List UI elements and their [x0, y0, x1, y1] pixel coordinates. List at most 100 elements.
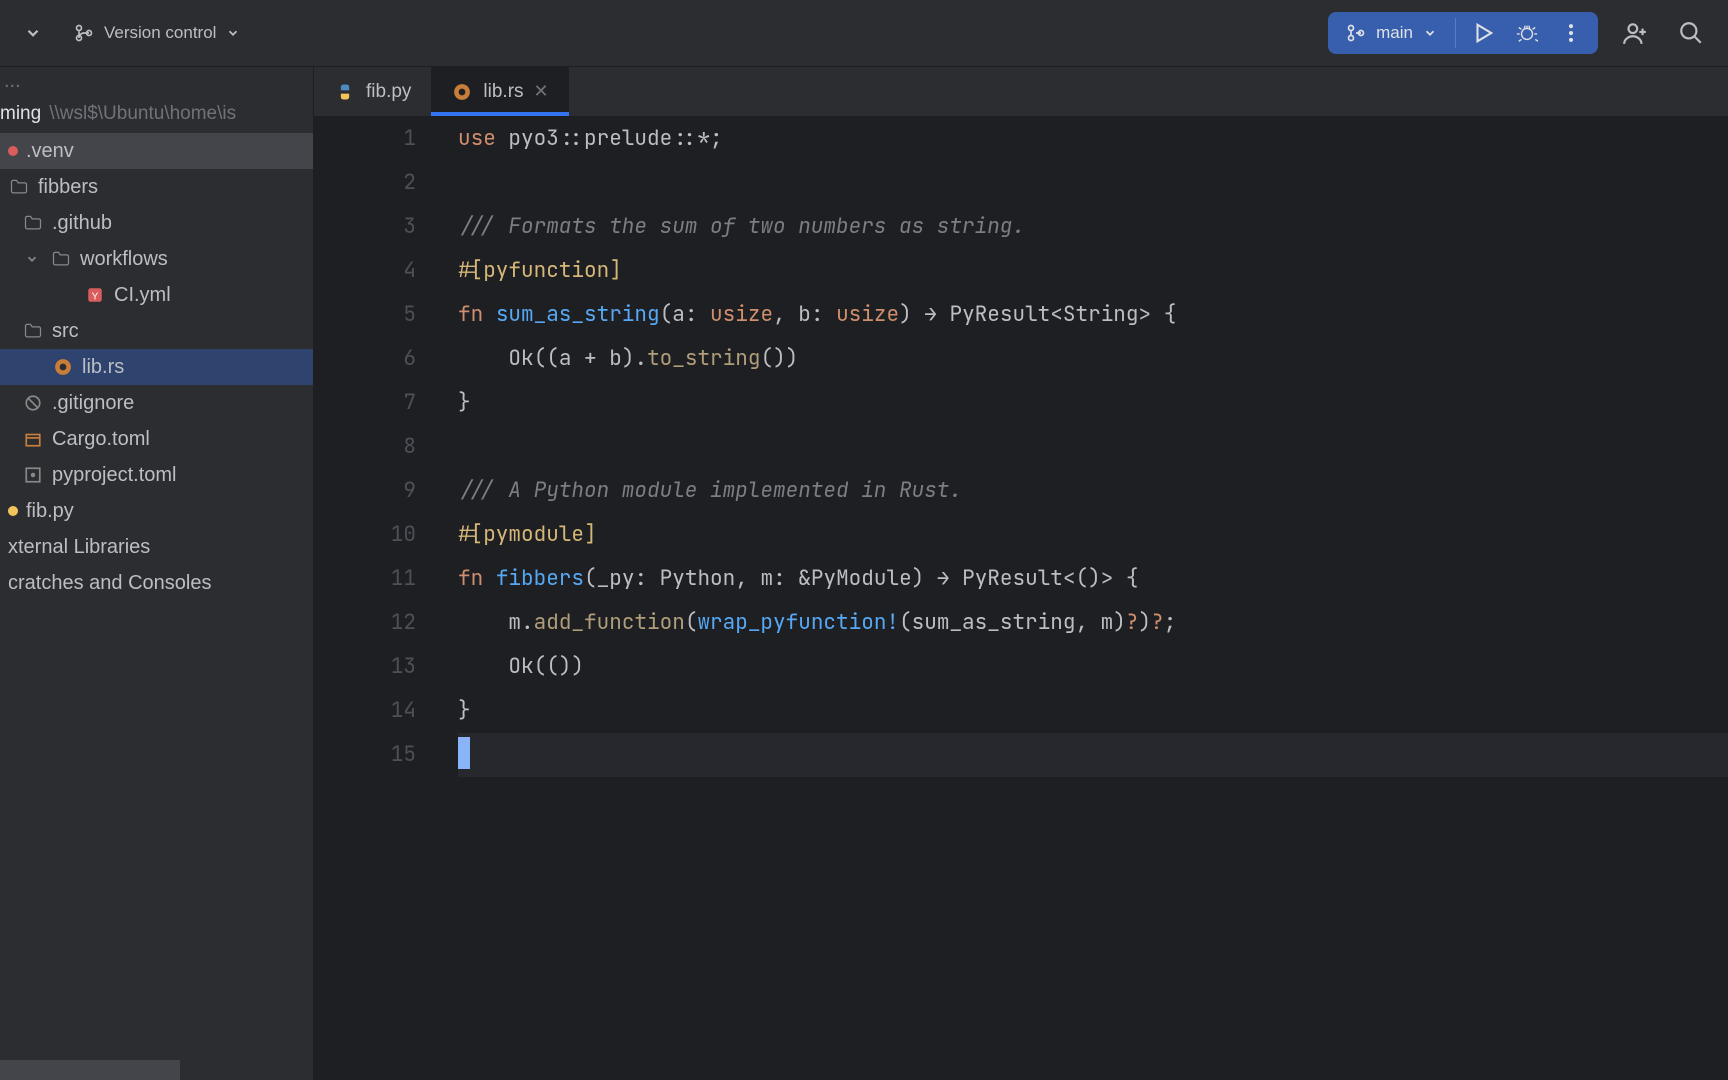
code-line[interactable]: fn fibbers(_py: Python, m: &PyModule) → …: [458, 557, 1728, 601]
folder-icon: [22, 212, 44, 234]
tree-item-workflows[interactable]: workflows: [0, 241, 313, 277]
close-tab-button[interactable]: ✕: [534, 81, 549, 102]
divider: [1455, 18, 1456, 48]
code-line[interactable]: }: [458, 381, 1728, 425]
version-control-dropdown[interactable]: Version control: [64, 17, 250, 49]
cargo-icon: [22, 428, 44, 450]
main-menu-chevron-icon[interactable]: [18, 18, 48, 48]
code-line[interactable]: /// Formats the sum of two numbers as st…: [458, 205, 1728, 249]
main-area: ... ming \\wsl$\Ubuntu\home\is .venv fib…: [0, 67, 1728, 1080]
code-line-current[interactable]: [458, 733, 1728, 777]
editor-tabs: fib.py lib.rs ✕: [314, 67, 1728, 117]
main-toolbar: Version control main: [0, 0, 1728, 67]
line-number: 8: [314, 425, 416, 469]
tree-item-ci-yml[interactable]: Y CI.yml: [0, 277, 313, 313]
line-number: 7: [314, 381, 416, 425]
code-line[interactable]: #[pyfunction]: [458, 249, 1728, 293]
tree-label: xternal Libraries: [8, 536, 150, 559]
more-options-button[interactable]: [1550, 16, 1592, 50]
sidebar-dots[interactable]: ...: [0, 67, 313, 95]
tree-item-cargo-toml[interactable]: Cargo.toml: [0, 421, 313, 457]
tab-label: lib.rs: [483, 81, 523, 103]
tree-item-fib-py[interactable]: fib.py: [0, 493, 313, 529]
debug-button[interactable]: [1506, 16, 1548, 50]
run-button[interactable]: [1462, 16, 1504, 50]
project-root-suffix: ming: [0, 103, 41, 125]
gitignore-icon: [22, 392, 44, 414]
code-line[interactable]: [458, 161, 1728, 205]
rust-file-icon: [451, 81, 473, 103]
line-number: 1: [314, 117, 416, 161]
code-with-me-button[interactable]: [1616, 14, 1654, 52]
run-config-dropdown[interactable]: main: [1334, 17, 1449, 49]
python-file-icon: [334, 81, 356, 103]
run-config-group: main: [1328, 12, 1598, 54]
tree-label: pyproject.toml: [52, 464, 177, 487]
tab-label: fib.py: [366, 81, 411, 103]
tree-item-scratches[interactable]: cratches and Consoles: [0, 565, 313, 601]
code-line[interactable]: Ok(()): [458, 645, 1728, 689]
branch-icon: [74, 23, 94, 43]
folder-icon: [8, 176, 30, 198]
tree-label: cratches and Consoles: [8, 572, 211, 595]
toolbar-left: Version control: [18, 17, 250, 49]
tab-fib-py[interactable]: fib.py: [314, 67, 431, 116]
project-root[interactable]: ming \\wsl$\Ubuntu\home\is: [0, 95, 313, 133]
code-line[interactable]: [458, 425, 1728, 469]
tree-label: Cargo.toml: [52, 428, 150, 451]
tree-label: .github: [52, 212, 112, 235]
code-content[interactable]: use pyo3::prelude::*; /// Formats the su…: [442, 117, 1728, 1080]
text-caret: [458, 737, 470, 769]
version-control-label: Version control: [104, 23, 216, 43]
line-number: 4: [314, 249, 416, 293]
tree-item-external-libraries[interactable]: xternal Libraries: [0, 529, 313, 565]
search-button[interactable]: [1672, 14, 1710, 52]
code-line[interactable]: #[pymodule]: [458, 513, 1728, 557]
code-editor[interactable]: 1 2 3 4 5 6 7 8 9 10 11 12 13 14 15 use …: [314, 117, 1728, 1080]
yaml-file-icon: Y: [84, 284, 106, 306]
tree-label: .venv: [26, 140, 74, 163]
tree-item-gitignore[interactable]: .gitignore: [0, 385, 313, 421]
line-number: 5: [314, 293, 416, 337]
line-number: 12: [314, 601, 416, 645]
tree-item-lib-rs[interactable]: lib.rs: [0, 349, 313, 385]
chevron-down-icon: [1423, 26, 1437, 40]
code-line[interactable]: use pyo3::prelude::*;: [458, 117, 1728, 161]
code-line[interactable]: fn sum_as_string(a: usize, b: usize) → P…: [458, 293, 1728, 337]
folder-icon: [50, 248, 72, 270]
tab-lib-rs[interactable]: lib.rs ✕: [431, 67, 568, 116]
tree-item-fibbers[interactable]: fibbers: [0, 169, 313, 205]
chevron-down-icon: [226, 26, 240, 40]
code-line[interactable]: Ok((a + b).to_string()): [458, 337, 1728, 381]
line-number: 14: [314, 689, 416, 733]
excluded-dot-icon: [8, 146, 18, 156]
line-number: 10: [314, 513, 416, 557]
chevron-down-icon[interactable]: [22, 252, 42, 266]
project-sidebar: ... ming \\wsl$\Ubuntu\home\is .venv fib…: [0, 67, 314, 1080]
line-number: 13: [314, 645, 416, 689]
tree-item-venv[interactable]: .venv: [0, 133, 313, 169]
line-number: 3: [314, 205, 416, 249]
tree-label: CI.yml: [114, 284, 171, 307]
tree-label: src: [52, 320, 79, 343]
line-number: 2: [314, 161, 416, 205]
tree-item-pyproject-toml[interactable]: pyproject.toml: [0, 457, 313, 493]
line-number: 9: [314, 469, 416, 513]
tree-item-github[interactable]: .github: [0, 205, 313, 241]
bug-icon: [1516, 22, 1538, 44]
tree-label: fib.py: [26, 500, 74, 523]
tree-item-src[interactable]: src: [0, 313, 313, 349]
toml-icon: [22, 464, 44, 486]
tree-label: workflows: [80, 248, 168, 271]
line-number: 11: [314, 557, 416, 601]
tree-label: fibbers: [38, 176, 98, 199]
kebab-icon: [1560, 22, 1582, 44]
tree-label: .gitignore: [52, 392, 134, 415]
code-line[interactable]: /// A Python module implemented in Rust.: [458, 469, 1728, 513]
svg-text:Y: Y: [92, 292, 99, 303]
python-dot-icon: [8, 506, 18, 516]
code-line[interactable]: }: [458, 689, 1728, 733]
branch-small-icon: [1346, 23, 1366, 43]
rust-file-icon: [52, 356, 74, 378]
code-line[interactable]: m.add_function(wrap_pyfunction!(sum_as_s…: [458, 601, 1728, 645]
